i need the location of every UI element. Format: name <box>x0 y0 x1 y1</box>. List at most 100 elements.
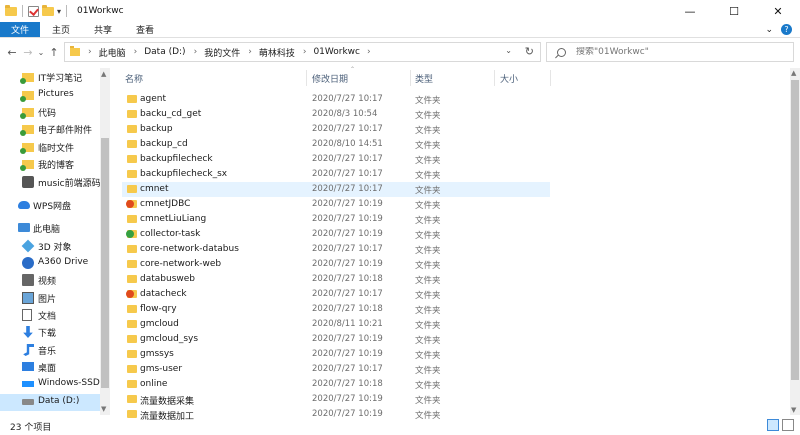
help-icon[interactable]: ? <box>781 24 792 35</box>
file-row[interactable]: agent 2020/7/27 10:17 文件夹 <box>122 92 550 107</box>
forward-button[interactable]: → <box>20 42 36 62</box>
customize-toolbar-chevron-icon[interactable]: ▾ <box>57 7 61 16</box>
tab-file[interactable]: 文件 <box>0 22 40 37</box>
file-type: 文件夹 <box>415 231 441 241</box>
file-row[interactable]: backupfilecheck_sx 2020/7/27 10:17 文件夹 <box>122 167 550 182</box>
tab-view[interactable]: 查看 <box>124 22 166 37</box>
address-bar[interactable]: › 此电脑 › Data (D:) › 我的文件 › 萌林科技 › 01Workwc › ⌄… <box>64 42 541 62</box>
chevron-right-icon[interactable]: › <box>367 47 371 57</box>
sidebar-item-data-d[interactable]: Data (D:) <box>0 394 100 411</box>
sidebar-item-this-pc[interactable]: 此电脑 <box>0 220 100 237</box>
file-row[interactable]: cmnetLiuLiang 2020/7/27 10:19 文件夹 <box>122 212 550 227</box>
large-icons-view-icon[interactable] <box>782 419 794 431</box>
close-button[interactable]: ✕ <box>756 0 800 22</box>
file-type: 文件夹 <box>415 381 441 391</box>
sidebar-item-desktop[interactable]: 桌面 <box>0 359 100 376</box>
breadcrumb-item[interactable]: › 01Workwc › <box>303 47 378 57</box>
address-dropdown-icon[interactable]: ⌄ <box>505 46 512 55</box>
file-row[interactable]: 流量数据采集 2020/7/27 10:19 文件夹 <box>122 392 550 407</box>
file-row[interactable]: gms-user 2020/7/27 10:17 文件夹 <box>122 362 550 377</box>
file-row[interactable]: backup_cd 2020/8/10 14:51 文件夹 <box>122 137 550 152</box>
file-type: 文件夹 <box>415 171 441 181</box>
quick-access-toolbar: ▾ <box>0 0 69 22</box>
details-view-icon[interactable] <box>767 419 779 431</box>
sidebar-item-downloads[interactable]: 下载 <box>0 324 100 341</box>
sidebar-item-music[interactable]: 音乐 <box>0 342 100 359</box>
sidebar-item-my-blog[interactable]: 我的博客 <box>0 156 100 173</box>
refresh-icon[interactable]: ↻ <box>525 45 534 58</box>
sidebar-item-a360-drive[interactable]: A360 Drive <box>0 255 100 272</box>
music-folder-icon <box>22 176 34 188</box>
folder-icon <box>5 4 17 16</box>
chevron-right-icon[interactable]: › <box>303 47 307 57</box>
up-button[interactable]: ↑ <box>46 42 62 62</box>
file-row[interactable]: backupfilecheck 2020/7/27 10:17 文件夹 <box>122 152 550 167</box>
file-modified-date: 2020/7/27 10:18 <box>312 274 383 284</box>
scrollbar-thumb[interactable] <box>791 80 799 380</box>
breadcrumb-item[interactable]: › 我的文件 <box>194 46 241 59</box>
file-row[interactable]: cmnet 2020/7/27 10:17 文件夹 <box>122 182 550 197</box>
expand-ribbon-chevron-icon[interactable]: ⌄ <box>765 25 773 35</box>
file-row[interactable]: databusweb 2020/7/27 10:18 文件夹 <box>122 272 550 287</box>
file-row[interactable]: core-network-web 2020/7/27 10:19 文件夹 <box>122 257 550 272</box>
file-row[interactable]: gmcloud 2020/8/11 10:21 文件夹 <box>122 317 550 332</box>
sidebar-item-code[interactable]: 代码 <box>0 104 100 121</box>
tab-share[interactable]: 共享 <box>82 22 124 37</box>
breadcrumb-item[interactable]: › 萌林科技 <box>248 46 295 59</box>
minimize-button[interactable]: — <box>668 0 712 22</box>
properties-icon[interactable] <box>28 5 39 17</box>
file-row[interactable]: datacheck 2020/7/27 10:17 文件夹 <box>122 287 550 302</box>
chevron-right-icon[interactable]: › <box>134 47 138 57</box>
sidebar-item-music-source[interactable]: music前端源码 <box>0 174 101 191</box>
column-header-name[interactable]: 名称 <box>125 68 143 88</box>
sidebar-item-it-notes[interactable]: IT学习笔记 <box>0 69 100 86</box>
file-list-scrollbar[interactable]: ▲ ▼ <box>790 68 800 415</box>
tab-home[interactable]: 主页 <box>40 22 82 37</box>
chevron-right-icon[interactable]: › <box>194 47 198 57</box>
new-folder-icon[interactable] <box>42 4 54 16</box>
column-divider[interactable] <box>410 70 411 86</box>
search-box[interactable] <box>546 42 794 62</box>
column-divider[interactable] <box>494 70 495 86</box>
sidebar-item-wps-cloud[interactable]: WPS网盘 <box>0 197 100 214</box>
scrollbar-thumb[interactable] <box>101 138 109 388</box>
scroll-up-icon[interactable]: ▲ <box>101 70 106 78</box>
sidebar-item-videos[interactable]: 视频 <box>0 272 100 289</box>
sidebar-item-pictures-folder[interactable]: Pictures <box>0 87 100 104</box>
column-divider[interactable] <box>306 70 307 86</box>
sidebar-item-documents[interactable]: 文档 <box>0 307 100 324</box>
sort-ascending-icon: ⌃ <box>350 66 356 73</box>
scroll-up-icon[interactable]: ▲ <box>791 69 796 77</box>
column-divider[interactable] <box>550 70 551 86</box>
file-name: agent <box>140 94 166 104</box>
file-name: flow-qry <box>140 304 177 314</box>
file-row[interactable]: backup 2020/7/27 10:17 文件夹 <box>122 122 550 137</box>
sidebar-scrollbar[interactable]: ▲ ▼ <box>100 68 110 415</box>
file-row[interactable]: collector-task 2020/7/27 10:19 文件夹 <box>122 227 550 242</box>
scroll-down-icon[interactable]: ▼ <box>791 406 796 414</box>
file-row[interactable]: online 2020/7/27 10:18 文件夹 <box>122 377 550 392</box>
sidebar-item-pictures[interactable]: 图片 <box>0 290 100 307</box>
chevron-right-icon[interactable]: › <box>248 47 252 57</box>
sidebar-item-email-attachments[interactable]: 电子邮件附件 <box>0 121 100 138</box>
column-header-modified[interactable]: 修改日期 <box>312 68 348 88</box>
scroll-down-icon[interactable]: ▼ <box>101 405 106 413</box>
sidebar-item-windows-ssd[interactable]: Windows-SSD <box>0 376 100 393</box>
file-row[interactable]: gmcloud_sys 2020/7/27 10:19 文件夹 <box>122 332 550 347</box>
column-header-size[interactable]: 大小 <box>500 68 518 88</box>
recent-locations-chevron-icon[interactable]: ⌄ <box>36 42 46 62</box>
file-row[interactable]: core-network-databus 2020/7/27 10:17 文件夹 <box>122 242 550 257</box>
file-row[interactable]: cmnetJDBC 2020/7/27 10:19 文件夹 <box>122 197 550 212</box>
file-row[interactable]: gmssys 2020/7/27 10:19 文件夹 <box>122 347 550 362</box>
breadcrumb-item[interactable]: › 此电脑 <box>88 46 126 59</box>
column-header-type[interactable]: 类型 <box>415 68 433 88</box>
breadcrumb-item[interactable]: › Data (D:) <box>134 47 186 57</box>
back-button[interactable]: ← <box>4 42 20 62</box>
file-row[interactable]: backu_cd_get 2020/8/3 10:54 文件夹 <box>122 107 550 122</box>
file-row[interactable]: flow-qry 2020/7/27 10:18 文件夹 <box>122 302 550 317</box>
search-input[interactable] <box>576 47 776 57</box>
maximize-button[interactable]: ☐ <box>712 0 756 22</box>
chevron-right-icon[interactable]: › <box>88 47 92 57</box>
sidebar-item-3d-objects[interactable]: 3D 对象 <box>0 238 100 255</box>
sidebar-item-temp-files[interactable]: 临时文件 <box>0 139 100 156</box>
